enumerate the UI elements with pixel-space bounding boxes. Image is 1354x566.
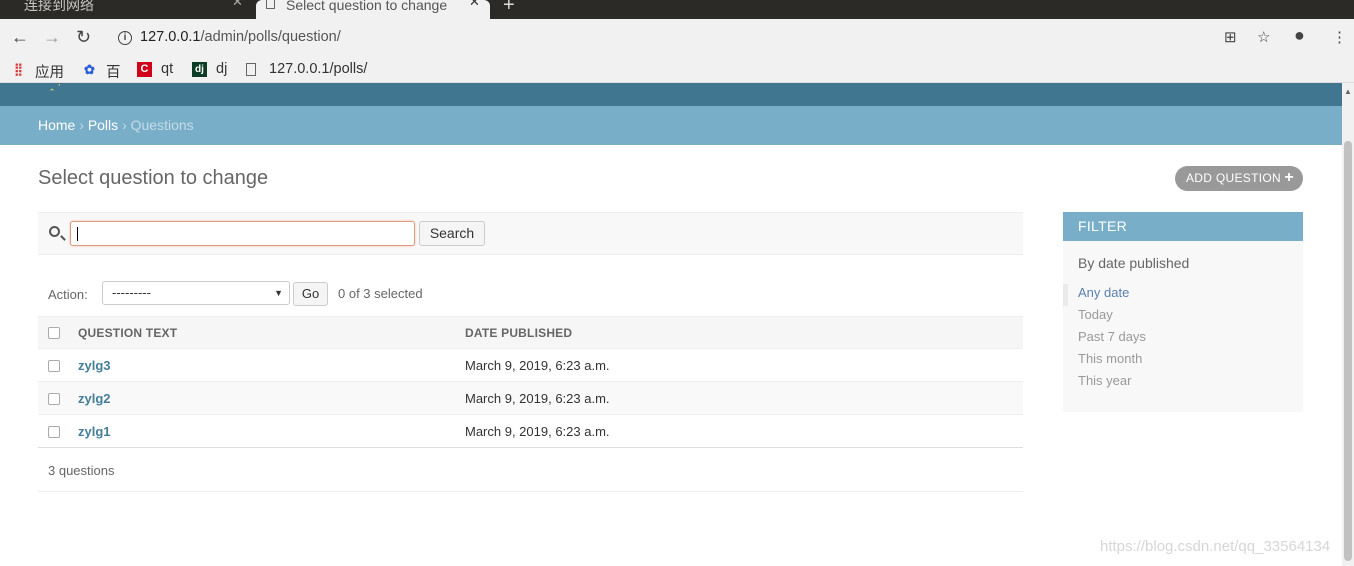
dropdown-arrow-icon: ▼ <box>274 288 283 298</box>
close-tab-icon[interactable]: ✕ <box>232 0 243 8</box>
breadcrumb-home[interactable]: Home <box>38 117 75 133</box>
info-icon[interactable]: i <box>118 31 132 45</box>
filter-option-past-7-days[interactable]: Past 7 days <box>1063 328 1303 350</box>
table-row: zylg2 March 9, 2019, 6:23 a.m. <box>38 381 1023 415</box>
breadcrumb-polls[interactable]: Polls <box>88 117 118 133</box>
table-row: zylg1 March 9, 2019, 6:23 a.m. <box>38 414 1023 448</box>
bookmark-qt[interactable]: qt <box>161 61 173 77</box>
actions-bar: Action: --------- ▼ Go 0 of 3 selected <box>38 278 1023 312</box>
results-table: QUESTION TEXT DATE PUBLISHED zylg3 March… <box>38 316 1023 448</box>
browser-toolbar: ← → ↻ i 127.0.0.1/admin/polls/question/ … <box>0 19 1354 57</box>
apps-grid-icon: ⣿ <box>14 62 23 76</box>
admin-page: ꞈ · Home › Polls › Questions Select ques… <box>0 77 1342 566</box>
filter-option-any-date[interactable]: Any date <box>1063 284 1303 306</box>
forward-icon[interactable]: → <box>43 27 61 48</box>
header-branding-fragment: ꞈ · <box>50 77 62 91</box>
filter-section-title: By date published <box>1078 255 1190 271</box>
question-link[interactable]: zylg3 <box>78 358 111 373</box>
page-icon <box>266 0 275 9</box>
filter-option-this-year[interactable]: This year <box>1063 372 1303 394</box>
paginator: 3 questions <box>38 449 1023 492</box>
bookmark-baidu[interactable]: 百 <box>106 61 121 82</box>
column-header-question-text[interactable]: QUESTION TEXT <box>78 316 465 349</box>
select-all-cell <box>38 316 78 349</box>
star-icon[interactable]: ☆ <box>1257 28 1270 46</box>
new-tab-button[interactable]: + <box>503 0 515 17</box>
tab-network[interactable]: 连接到网络 ✕ <box>0 0 252 19</box>
breadcrumb: Home › Polls › Questions <box>0 106 1342 145</box>
page-scrollbar[interactable]: ▲ <box>1342 83 1354 566</box>
account-icon[interactable]: ● <box>1294 25 1305 46</box>
question-link[interactable]: zylg1 <box>78 424 111 439</box>
address-bar[interactable]: i 127.0.0.1/admin/polls/question/ <box>106 22 1286 54</box>
breadcrumb-current: Questions <box>130 117 194 133</box>
filter-options: Any date Today Past 7 days This month Th… <box>1063 284 1303 394</box>
tab-current[interactable]: Select question to change ✕ <box>256 0 490 19</box>
menu-icon[interactable]: ⋮ <box>1332 28 1347 46</box>
row-checkbox[interactable] <box>48 426 60 439</box>
action-label: Action: <box>48 287 88 302</box>
filter-option-this-month[interactable]: This month <box>1063 350 1303 372</box>
baidu-paw-icon: ✿ <box>84 62 95 77</box>
filter-title: FILTER <box>1063 212 1303 241</box>
date-published-cell: March 9, 2019, 6:23 a.m. <box>465 348 1023 382</box>
question-link[interactable]: zylg2 <box>78 391 111 406</box>
add-question-button[interactable]: ADD QUESTION + <box>1175 166 1303 191</box>
c-logo-icon: C <box>137 62 152 77</box>
url-path: /admin/polls/question/ <box>200 29 341 45</box>
watermark: https://blog.csdn.net/qq_33564134 <box>1100 538 1331 555</box>
selection-counter: 0 of 3 selected <box>338 286 423 301</box>
date-published-cell: March 9, 2019, 6:23 a.m. <box>465 381 1023 415</box>
tab-title: 连接到网络 <box>24 0 94 13</box>
plus-icon: + <box>1284 169 1294 186</box>
django-icon: dj <box>192 62 207 77</box>
admin-header: ꞈ · <box>0 77 1342 106</box>
action-select[interactable]: --------- ▼ <box>102 281 290 305</box>
url-text[interactable]: 127.0.0.1/admin/polls/question/ <box>140 29 341 45</box>
row-checkbox[interactable] <box>48 393 60 406</box>
bookmarks-bar: ⣿ 应用 ✿ 百 C qt dj dj 127.0.0.1/polls/ <box>0 57 1354 83</box>
close-tab-icon[interactable]: ✕ <box>469 0 480 8</box>
breadcrumb-separator: › <box>79 117 84 133</box>
search-toolbar: Search <box>38 212 1023 255</box>
search-input[interactable] <box>70 221 415 246</box>
scrollbar-thumb[interactable] <box>1344 141 1352 561</box>
filter-option-label: Any date <box>1078 285 1130 300</box>
search-icon <box>49 226 60 237</box>
back-icon[interactable]: ← <box>11 27 29 48</box>
translate-icon[interactable]: ⊞ <box>1224 28 1237 46</box>
action-select-value: --------- <box>112 285 151 300</box>
bookmark-polls[interactable]: 127.0.0.1/polls/ <box>269 61 367 77</box>
url-host: 127.0.0.1 <box>140 29 201 45</box>
search-button[interactable]: Search <box>419 221 485 246</box>
page-title: Select question to change <box>38 167 269 189</box>
tab-title: Select question to change <box>286 0 448 13</box>
browser-tab-strip: 连接到网络 ✕ Select question to change ✕ + <box>0 0 1354 19</box>
filter-option-today[interactable]: Today <box>1063 306 1303 328</box>
table-row: zylg3 March 9, 2019, 6:23 a.m. <box>38 348 1023 382</box>
reload-icon[interactable]: ↻ <box>76 27 91 48</box>
bookmark-dj[interactable]: dj <box>216 61 227 77</box>
page-icon <box>246 63 256 76</box>
scroll-up-icon[interactable]: ▲ <box>1344 87 1352 96</box>
row-checkbox[interactable] <box>48 360 60 373</box>
select-all-checkbox[interactable] <box>48 327 60 340</box>
date-published-cell: March 9, 2019, 6:23 a.m. <box>465 414 1023 448</box>
add-question-label: ADD QUESTION <box>1186 171 1281 185</box>
breadcrumb-separator: › <box>122 117 127 133</box>
go-button[interactable]: Go <box>293 282 328 306</box>
filter-panel: FILTER By date published Any date Today … <box>1063 212 1303 412</box>
column-header-date-published[interactable]: DATE PUBLISHED <box>465 316 1023 349</box>
